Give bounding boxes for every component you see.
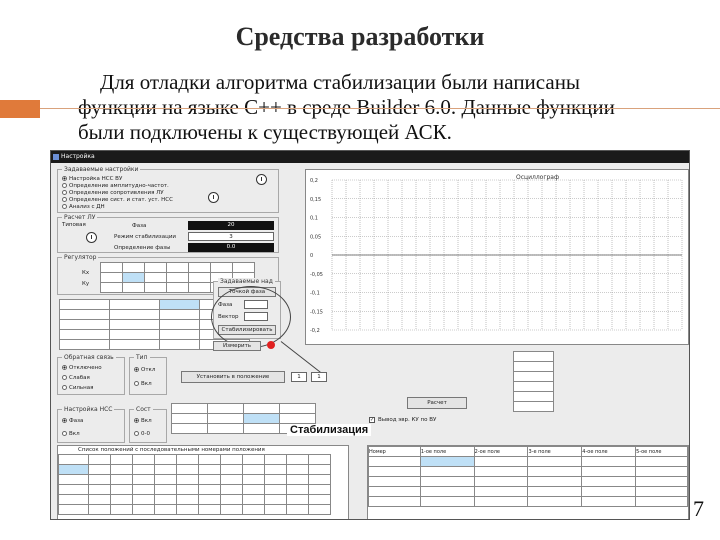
nss-title: Настройка НСС [62,406,115,413]
kx-label: Кх [82,270,90,276]
set-position-button[interactable]: Установить в положение [181,371,285,383]
bottom-table: Список положений с последовательными ном… [57,445,349,519]
clock-icon[interactable] [208,192,219,203]
chart-tick-label: -0,15 [310,309,323,315]
results-header-3: 2-ое поле [473,446,529,457]
chart-tick-label: 0,1 [310,216,318,222]
app-icon [53,154,59,160]
window-titlebar: Настройка [51,151,689,163]
clock-icon[interactable] [256,174,267,185]
checkbox-label: Вывод эвр. КУ по ВУ [378,417,437,423]
sost-radio-2[interactable]: 0-0 [134,431,150,437]
feedback-radio-1[interactable]: Отключено [62,365,102,371]
status-indicator [267,341,275,349]
window-title: Настройка [61,153,95,160]
results-header-2: 1-ое поле [419,446,475,457]
type-title: Тип [134,354,150,361]
chart-tick-label: 0,2 [310,178,318,184]
chart-tick-label: -0,1 [310,291,320,297]
chart-tick-label: -0,2 [310,328,320,334]
chart-title: Осциллограф [516,174,560,181]
modes-group: Задаваемые настройки Настройка НСС ВУ Оп… [57,166,279,213]
results-table: Номер 1-ое поле 2-ое поле 3-е поле 4-ое … [367,445,689,519]
intro-line-3: были подключены к существующей АСК. [78,120,452,144]
feedback-radio-3[interactable]: Сильная [62,385,93,391]
stab-mode-label: Режим стабилизации [114,234,176,240]
type-group: Тип Откл Вкл [129,354,167,395]
clock-icon[interactable] [86,232,97,243]
sost-title: Сост [134,406,153,413]
regulator-title: Регулятор [62,254,99,261]
chart-tick-label: 0,15 [310,197,321,203]
phase-def-value: 0.0 [188,243,274,252]
results-header-4: 3-е поле [527,446,583,457]
checkbox[interactable]: ✓ [369,417,375,423]
nss-group: Настройка НСС Фаза Вкл [57,406,125,443]
mode-radio-5[interactable]: Анализ с ДН [62,204,105,210]
calc-sub-label: Типовая [62,222,86,228]
mode-radio-2[interactable]: Определение амплитудно-частот. [62,183,169,189]
chart-grid: 0,2 0,15 0,1 0,05 0 -0,05 -0,1 -0,15 -0,2 [310,178,683,334]
measure-button[interactable]: Измерить [213,341,261,351]
calc-button[interactable]: Расчет [407,397,467,409]
stabilization-label: Стабилизация [287,424,372,436]
bottom-table-header: Список положений с последовательными ном… [78,447,265,453]
page-number: 7 [693,496,704,521]
chart-tick-label: 0 [310,253,313,259]
results-grid[interactable]: Номер 1-ое поле 2-ое поле 3-е поле 4-ое … [368,446,688,507]
position-value-2[interactable]: 1 [311,372,327,382]
calc-group-title: Расчет ЛУ [62,214,98,221]
calc-group: Расчет ЛУ Типовая Фаза 20 Режим стабилиз… [57,214,279,253]
nss-radio-1[interactable]: Фаза [62,418,83,424]
sost-radio-1[interactable]: Вкл [134,418,152,424]
feedback-radio-2[interactable]: Слабая [62,375,90,381]
results-header-5: 4-ое поле [581,446,637,457]
feedback-title: Обратная связь [62,354,116,361]
mode-radio-3[interactable]: Определение сопротивления ЛУ [62,190,164,196]
phase-value: 20 [188,221,274,230]
app-window: Настройка Задаваемые настройки Настройка… [50,150,690,520]
bottom-grid[interactable] [58,454,331,515]
accent-bar [0,100,40,118]
results-header-6: 5-ое поле [635,446,688,457]
mode-radio-4[interactable]: Определение сист. и стат. уст. НСС [62,197,173,203]
phase-label: Фаза [132,223,147,229]
oscillogram-chart: 0,2 0,15 0,1 0,05 0 -0,05 -0,1 -0,15 -0,2 Осцилл… [305,169,689,345]
type-radio-1[interactable]: Откл [134,367,155,373]
ky-label: Ку [82,281,90,287]
intro-line-1: Для отладки алгоритма стабилизации были … [100,70,581,94]
divider [40,108,720,109]
side-grid[interactable] [513,351,554,412]
slide-title: Средства разработки [235,22,485,51]
sost-group: Сост Вкл 0-0 [129,406,167,443]
stab-mode-value[interactable]: 3 [188,232,274,241]
mode-radio-1[interactable]: Настройка НСС ВУ [62,176,122,182]
chart-tick-label: 0,05 [310,234,321,240]
highlight-circle [211,286,291,348]
nss-radio-2[interactable]: Вкл [62,431,80,437]
type-radio-2[interactable]: Вкл [134,381,152,387]
phase-def-label: Определение фазы [114,245,171,251]
feedback-group: Обратная связь Отключено Слабая Сильная [57,354,125,395]
popup-title: Задаваемые над [218,278,275,285]
position-value-1[interactable]: 1 [291,372,307,382]
modes-group-title: Задаваемые настройки [62,166,141,173]
chart-tick-label: -0,05 [310,272,323,278]
results-header-1: Номер [368,446,421,457]
